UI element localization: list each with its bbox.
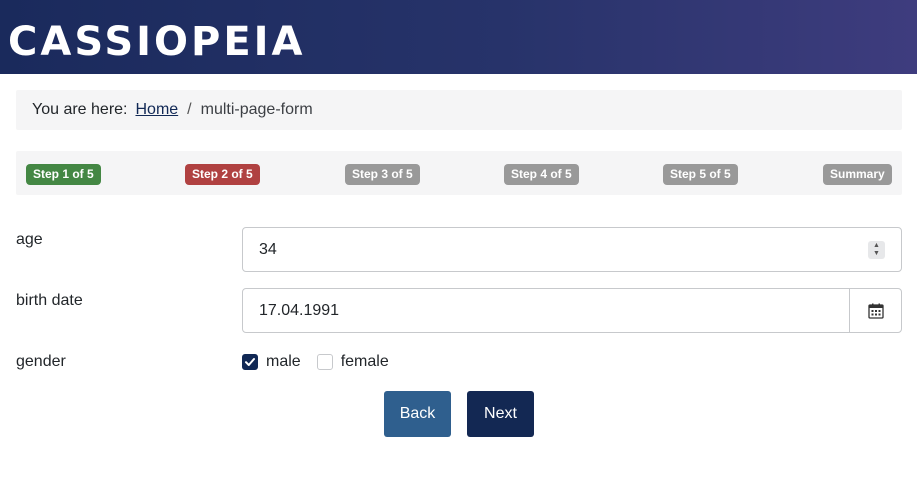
breadcrumb-current: multi-page-form xyxy=(200,101,313,118)
gender-male-label[interactable]: male xyxy=(266,353,301,371)
gender-female-checkbox[interactable] xyxy=(316,354,333,370)
calendar-icon xyxy=(867,303,884,319)
breadcrumb-prefix: You are here: xyxy=(32,101,128,118)
gender-options: male female xyxy=(242,352,405,372)
number-spinner[interactable]: ▲ ▼ xyxy=(868,241,885,259)
age-value: 34 xyxy=(259,240,277,258)
date-picker-button[interactable] xyxy=(849,288,902,333)
spinner-up-icon[interactable]: ▲ xyxy=(873,242,880,250)
breadcrumb-separator: / xyxy=(187,101,192,118)
step-badge-summary: Summary xyxy=(823,164,892,185)
spinner-down-icon[interactable]: ▼ xyxy=(873,250,880,258)
step-badge-2: Step 2 of 5 xyxy=(185,164,260,185)
age-label: age xyxy=(16,231,43,248)
step-badge-3: Step 3 of 5 xyxy=(345,164,420,185)
birth-date-input[interactable]: 17.04.1991 xyxy=(242,288,850,333)
brand-logo[interactable]: CASSIOPEIA xyxy=(8,20,306,64)
site-header: CASSIOPEIA xyxy=(0,0,917,74)
next-button[interactable]: Next xyxy=(467,391,534,437)
gender-label: gender xyxy=(16,353,66,370)
step-badge-4: Step 4 of 5 xyxy=(504,164,579,185)
back-button[interactable]: Back xyxy=(384,391,451,437)
checkmark-icon xyxy=(245,358,255,366)
step-badge-5: Step 5 of 5 xyxy=(663,164,738,185)
step-progress-bar: Step 1 of 5 Step 2 of 5 Step 3 of 5 Step… xyxy=(16,151,902,195)
gender-female-label[interactable]: female xyxy=(341,353,389,371)
breadcrumb-home-link[interactable]: Home xyxy=(135,101,178,119)
breadcrumb: You are here: Home / multi-page-form xyxy=(16,90,902,130)
age-input[interactable]: 34 ▲ ▼ xyxy=(242,227,902,272)
birth-date-label: birth date xyxy=(16,292,83,309)
birth-date-value: 17.04.1991 xyxy=(259,301,340,319)
step-badge-1: Step 1 of 5 xyxy=(26,164,101,185)
gender-male-checkbox[interactable] xyxy=(242,354,258,370)
